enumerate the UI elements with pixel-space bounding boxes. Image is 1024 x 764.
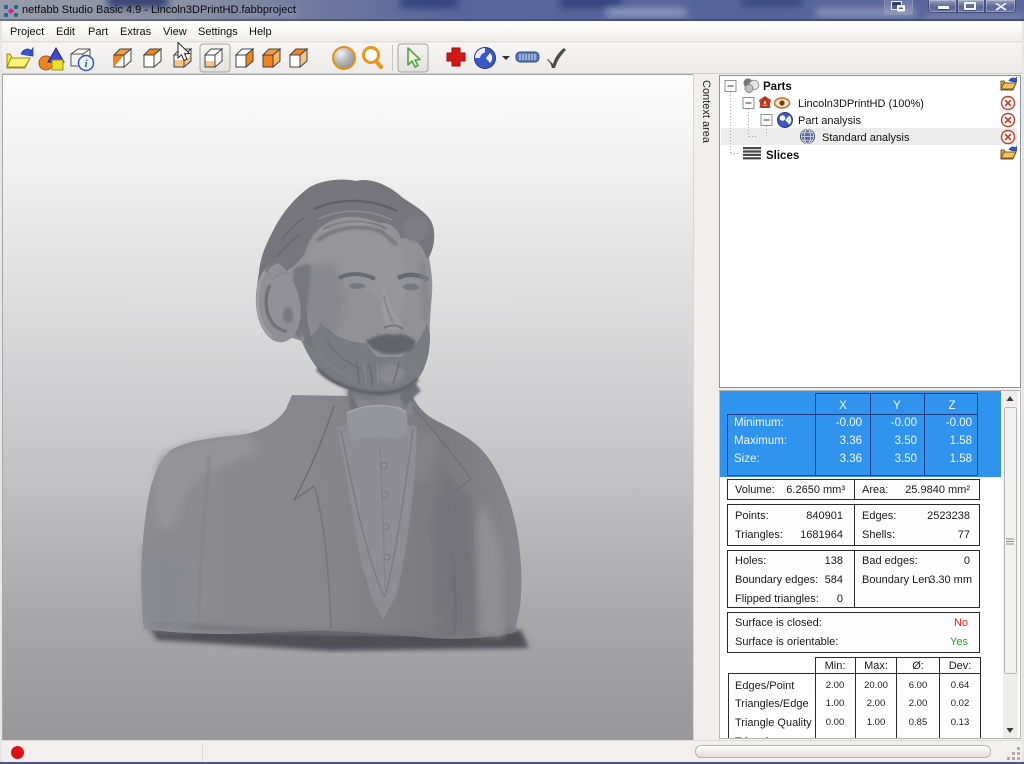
svg-text:-0.00: -0.00 bbox=[891, 417, 917, 429]
svg-text:1.58: 1.58 bbox=[950, 435, 972, 447]
svg-text:Triangles:: Triangles: bbox=[735, 529, 783, 541]
svg-text:Shells:: Shells: bbox=[862, 529, 895, 541]
svg-text:Bad edges:: Bad edges: bbox=[862, 555, 918, 567]
svg-text:Size:: Size: bbox=[734, 453, 760, 465]
svg-text:0: 0 bbox=[964, 555, 970, 567]
svg-text:Edges:: Edges: bbox=[862, 510, 896, 522]
svg-text:3.50: 3.50 bbox=[895, 453, 917, 465]
svg-text:Yes: Yes bbox=[950, 636, 968, 648]
svg-text:Lincoln3DPrintHD (100%): Lincoln3DPrintHD (100%) bbox=[798, 98, 924, 110]
svg-text:Triangles/Edge: Triangles/Edge bbox=[735, 698, 809, 710]
svg-text:1.00: 1.00 bbox=[867, 717, 886, 728]
svg-text:Area:: Area: bbox=[862, 484, 888, 496]
svg-text:2.00: 2.00 bbox=[826, 680, 845, 691]
svg-text:0.00: 0.00 bbox=[826, 717, 845, 728]
svg-text:Y: Y bbox=[893, 400, 901, 412]
svg-text:Parts: Parts bbox=[763, 81, 792, 93]
svg-text:Surface is closed:: Surface is closed: bbox=[735, 617, 822, 629]
svg-text:0.13: 0.13 bbox=[951, 717, 970, 728]
svg-text:1.58: 1.58 bbox=[950, 453, 972, 465]
svg-text:1681964: 1681964 bbox=[800, 529, 843, 541]
svg-text:Z: Z bbox=[948, 400, 955, 412]
svg-text:1.00: 1.00 bbox=[826, 698, 845, 709]
svg-text:Minimum:: Minimum: bbox=[734, 417, 784, 429]
svg-text:Part analysis: Part analysis bbox=[798, 115, 861, 127]
svg-text:20.00: 20.00 bbox=[864, 680, 888, 691]
svg-text:Dev:: Dev: bbox=[949, 660, 972, 672]
svg-text:X: X bbox=[839, 400, 847, 412]
svg-text:3.36: 3.36 bbox=[840, 453, 862, 465]
svg-text:840901: 840901 bbox=[806, 510, 843, 522]
svg-text:6.00: 6.00 bbox=[909, 680, 928, 691]
svg-text:0.85: 0.85 bbox=[909, 717, 928, 728]
svg-text:0.64: 0.64 bbox=[951, 680, 970, 691]
svg-text:Boundary Len: Boundary Len bbox=[862, 574, 931, 586]
svg-text:Ø:: Ø: bbox=[912, 660, 924, 672]
svg-text:No: No bbox=[954, 617, 968, 629]
svg-text:Boundary edges:: Boundary edges: bbox=[735, 574, 818, 586]
svg-text:2.00: 2.00 bbox=[909, 698, 928, 709]
svg-text:25.9840 mm²: 25.9840 mm² bbox=[905, 484, 970, 496]
svg-text:Holes:: Holes: bbox=[735, 555, 766, 567]
svg-text:3.36: 3.36 bbox=[840, 435, 862, 447]
svg-text:-0.00: -0.00 bbox=[946, 417, 972, 429]
svg-text:Edges/Point: Edges/Point bbox=[735, 680, 794, 692]
svg-text:0: 0 bbox=[837, 593, 843, 605]
svg-text:2523238: 2523238 bbox=[927, 510, 970, 522]
svg-text:3.50: 3.50 bbox=[895, 435, 917, 447]
svg-text:138: 138 bbox=[825, 555, 843, 567]
svg-text:Triangle...: Triangle... bbox=[735, 736, 784, 738]
svg-text:3.30 mm: 3.30 mm bbox=[929, 574, 972, 586]
svg-text:Min:: Min: bbox=[825, 660, 846, 672]
svg-text:77: 77 bbox=[958, 529, 970, 541]
svg-text:Max:: Max: bbox=[864, 660, 888, 672]
svg-text:Surface is orientable:: Surface is orientable: bbox=[735, 636, 838, 648]
svg-text:Triangle Quality: Triangle Quality bbox=[735, 717, 812, 729]
svg-text:Slices: Slices bbox=[766, 150, 799, 162]
svg-text:-0.00: -0.00 bbox=[836, 417, 862, 429]
svg-text:Flipped triangles:: Flipped triangles: bbox=[735, 593, 819, 605]
svg-text:2.00: 2.00 bbox=[867, 698, 886, 709]
svg-text:Volume:: Volume: bbox=[735, 484, 775, 496]
svg-text:Points:: Points: bbox=[735, 510, 769, 522]
svg-text:Standard analysis: Standard analysis bbox=[822, 132, 910, 144]
svg-text:6.2650 mm³: 6.2650 mm³ bbox=[786, 484, 845, 496]
svg-text:0.02: 0.02 bbox=[951, 698, 970, 709]
svg-text:584: 584 bbox=[825, 574, 843, 586]
svg-text:Maximum:: Maximum: bbox=[734, 435, 787, 447]
